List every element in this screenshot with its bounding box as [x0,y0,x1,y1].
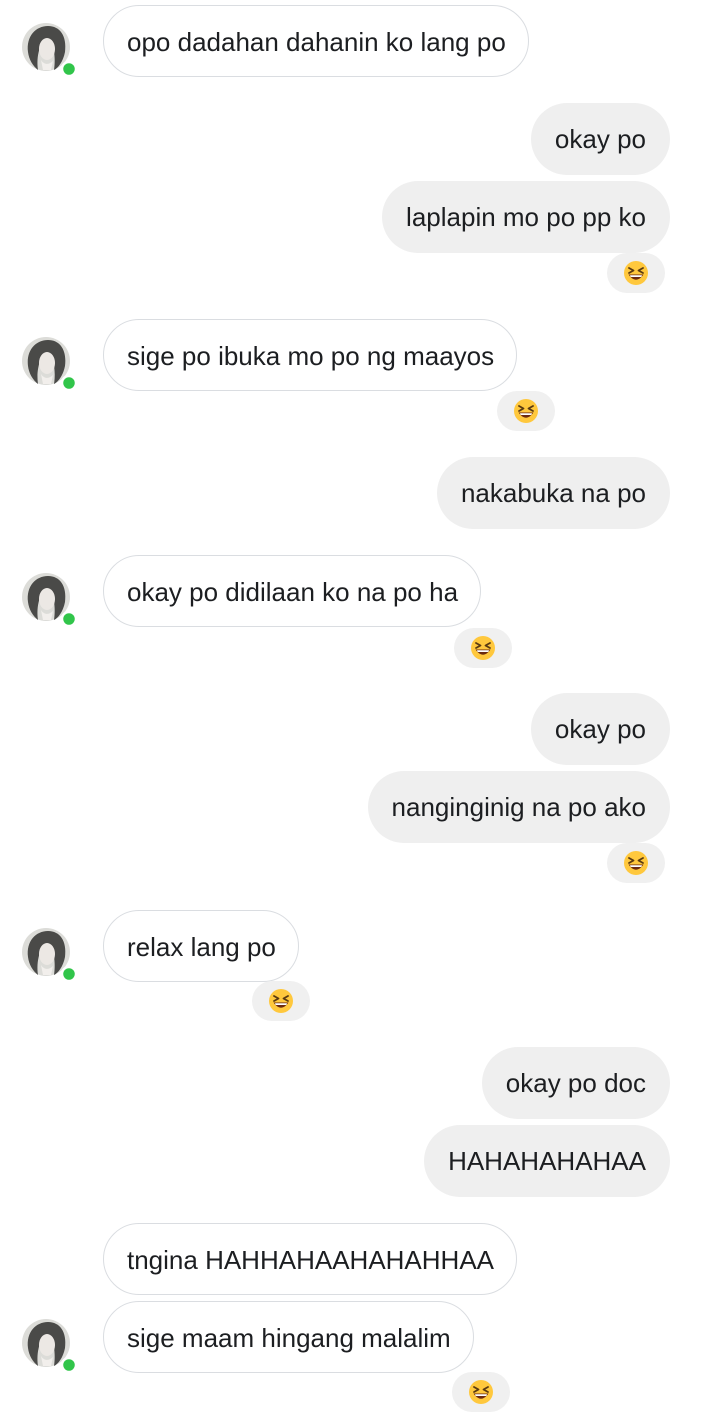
online-status-dot [60,1356,76,1372]
message-bubble-incoming[interactable]: tngina HAHHAHAAHAHAHHAA [103,1223,518,1295]
message-bubble-outgoing[interactable]: laplapin mo po pp ko [382,181,670,253]
message-bubble-outgoing[interactable]: HAHAHAHAHAA [424,1125,670,1197]
online-status-dot [60,610,76,626]
chat-thread: opo dadahan dahanin ko lang po okay po l… [0,0,719,1414]
message-bubble-outgoing[interactable]: nanginginig na po ako [367,771,670,843]
message-bubble-incoming[interactable]: relax lang po [103,910,299,982]
message-bubble-incoming[interactable]: sige po ibuka mo po ng maayos [103,319,518,391]
avatar[interactable] [22,1318,76,1372]
reaction-badge[interactable] [454,628,512,668]
online-status-dot [60,965,76,981]
reaction-badge[interactable] [452,1372,510,1412]
laughing-emoji-icon [471,636,495,660]
laughing-emoji-icon [269,989,293,1013]
message-bubble-outgoing[interactable]: nakabuka na po [436,457,670,529]
avatar[interactable] [22,336,76,390]
avatar[interactable] [22,927,76,981]
laughing-emoji-icon [469,1380,493,1404]
laughing-emoji-icon [624,851,648,875]
message-bubble-incoming[interactable]: opo dadahan dahanin ko lang po [103,5,529,77]
reaction-badge[interactable] [252,981,310,1021]
message-bubble-incoming[interactable]: okay po didilaan ko na po ha [103,555,482,627]
online-status-dot [60,60,76,76]
message-bubble-incoming[interactable]: sige maam hingang malalim [103,1301,474,1373]
message-bubble-outgoing[interactable]: okay po doc [481,1047,670,1119]
avatar[interactable] [22,22,76,76]
reaction-badge[interactable] [607,843,665,883]
reaction-badge[interactable] [607,253,665,293]
online-status-dot [60,374,76,390]
laughing-emoji-icon [514,399,538,423]
message-bubble-outgoing[interactable]: okay po [530,693,670,765]
message-bubble-outgoing[interactable]: okay po [530,103,670,175]
reaction-badge[interactable] [497,391,555,431]
avatar[interactable] [22,572,76,626]
laughing-emoji-icon [624,261,648,285]
